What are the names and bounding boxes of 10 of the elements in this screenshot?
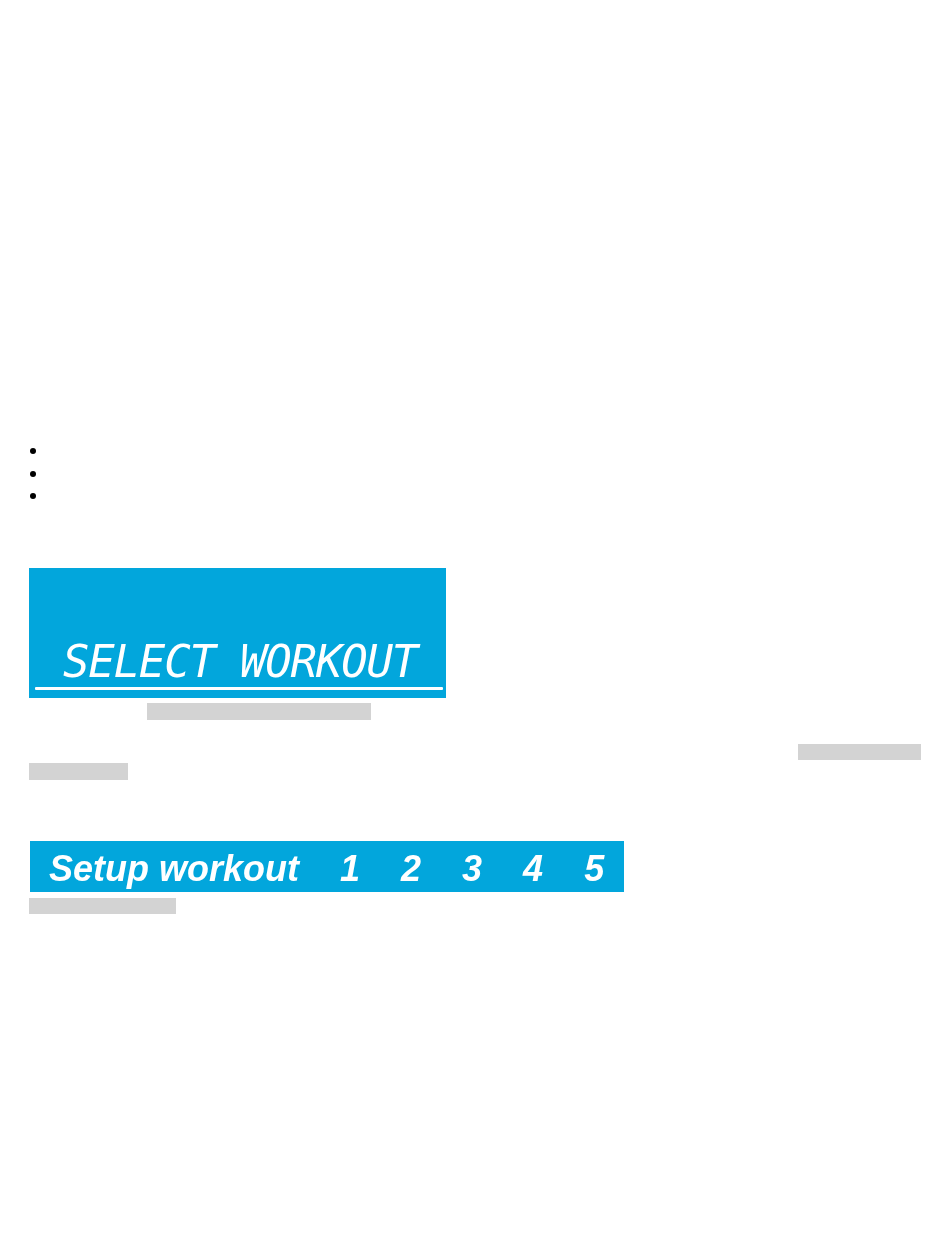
step-number: 1	[340, 847, 361, 891]
step-number: 3	[462, 847, 483, 891]
bullet-icon	[30, 470, 36, 477]
banner-title: Setup workout	[49, 847, 299, 891]
display-text: SELECT WORKOUT	[63, 640, 418, 684]
step-number: 5	[584, 847, 605, 891]
bullet-icon	[30, 448, 36, 455]
bullet-icon	[30, 493, 36, 500]
step-number: 2	[401, 847, 422, 891]
step-number: 4	[523, 847, 544, 891]
